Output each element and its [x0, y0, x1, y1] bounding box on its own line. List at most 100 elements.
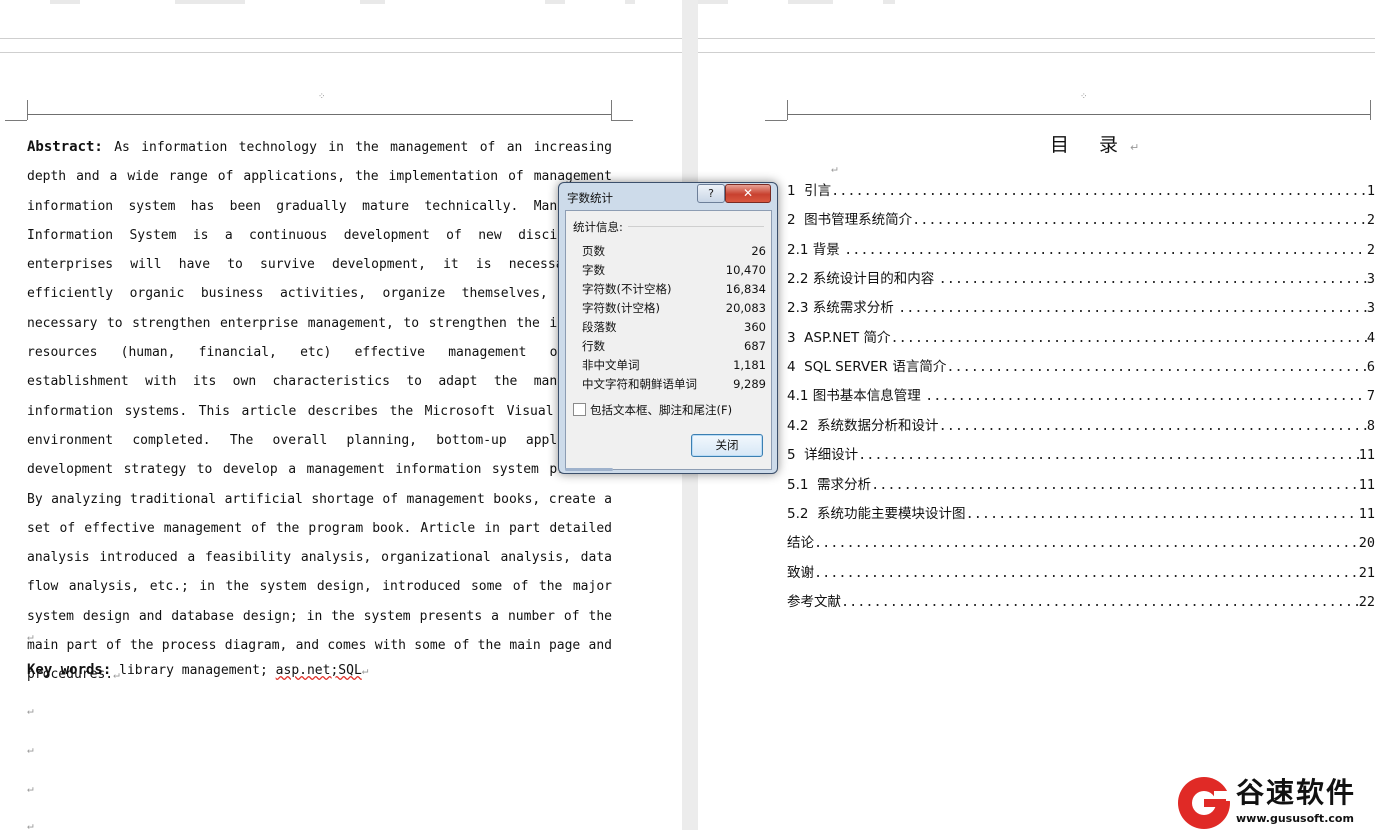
toc-entry-title: 5.1 需求分析 [787, 476, 872, 493]
toc-entry-page: 1 [1366, 183, 1375, 199]
toc-entry[interactable]: 致谢 21 [787, 563, 1375, 583]
toc-entry-title: 4.1 图书基本信息管理 [787, 388, 926, 405]
toc-entry[interactable]: 5 详细设计 11 [787, 445, 1375, 465]
toc-entry[interactable]: 4 SQL SERVER 语言简介 6 [787, 357, 1375, 377]
toc-entry[interactable]: 1 引言 1 [787, 181, 1375, 201]
toc-entry-page: 11 [1358, 505, 1375, 522]
dialog-resize-grip [565, 468, 613, 471]
keywords-paragraph[interactable]: Key words: library management; asp.net;S… [27, 656, 368, 685]
toc-entry[interactable]: 结论 20 [787, 533, 1375, 553]
toc-entry-title: 结论 [787, 535, 814, 552]
paragraph-mark: ↵ [1130, 141, 1140, 154]
statistic-value: 16,834 [725, 282, 766, 296]
crop-mark [27, 100, 28, 120]
header-rule [787, 114, 1370, 115]
previous-page-bottom [0, 0, 682, 39]
toc-entry[interactable]: 5.2 系统功能主要模块设计图 11 [787, 504, 1375, 524]
toc-leader-dots [925, 386, 1367, 406]
checkbox-label: 包括文本框、脚注和尾注(F) [590, 403, 733, 417]
paragraph-mark: ↵ [27, 743, 34, 756]
help-button[interactable]: ? [697, 184, 725, 203]
crop-mark [611, 120, 633, 121]
statistic-row: 段落数 360 [582, 318, 766, 337]
toc-entry-title: 3 ASP.NET 简介 [787, 329, 891, 346]
header-para-mark: ⁘ [1080, 92, 1088, 102]
toc-leader-dots [814, 533, 1359, 553]
toc-entry[interactable]: 3 ASP.NET 简介 4 [787, 328, 1375, 348]
toc-entry-page: 20 [1358, 535, 1375, 552]
abstract-text: As information technology in the managem… [27, 140, 612, 683]
page-top-edge [698, 52, 1375, 53]
statistic-value: 9,289 [733, 377, 766, 391]
statistic-value: 20,083 [725, 301, 766, 315]
toc-entry-page: 3 [1366, 300, 1375, 317]
toc-entry-title: 4 SQL SERVER 语言简介 [787, 359, 947, 376]
toc-entry[interactable]: 参考文献 22 [787, 592, 1375, 612]
statistic-label: 字符数(计空格) [582, 301, 660, 315]
abstract-paragraph[interactable]: Abstract: As information technology in t… [27, 133, 612, 690]
toc-leader-dots [939, 269, 1367, 289]
toc-entry[interactable]: 4.1 图书基本信息管理 7 [787, 386, 1375, 406]
keywords-label: Key words: [27, 662, 112, 678]
toc-entry-page: 7 [1366, 388, 1375, 405]
previous-page-bottom [698, 0, 1375, 39]
statistic-label: 字符数(不计空格) [582, 282, 672, 296]
crop-mark [765, 120, 787, 121]
statistic-label: 行数 [582, 339, 605, 353]
statistic-label: 非中文单词 [582, 358, 640, 372]
paragraph-mark: ↵ [27, 630, 34, 643]
toc-entry-page: 6 [1366, 359, 1375, 376]
close-button[interactable]: 关闭 [691, 434, 763, 457]
toc-entry-title: 2.3 系统需求分析 [787, 300, 899, 317]
dialog-body: 统计信息: 页数 26 字数 10,470 字符数(不计空格) 16,834 字符数(计空格… [565, 210, 772, 470]
statistics-group-label: 统计信息: [573, 220, 623, 234]
toc-entry-title: 2.1 背景 [787, 241, 845, 258]
toc-leader-dots [871, 475, 1359, 495]
toc-entry-title: 4.2 系统数据分析和设计 [787, 417, 939, 434]
statistic-row: 页数 26 [582, 242, 766, 261]
paragraph-mark: ↵ [831, 162, 838, 175]
statistic-label: 段落数 [582, 320, 617, 334]
statistic-row: 行数 687 [582, 337, 766, 356]
crop-mark [1370, 100, 1371, 120]
statistic-row: 中文字符和朝鲜语单词 9,289 [582, 375, 766, 394]
dialog-title: 字数统计 [567, 191, 613, 205]
toc-title[interactable]: 目 录↵ [1050, 130, 1139, 157]
word-count-dialog[interactable]: 字数统计 ? ✕ 统计信息: 页数 26 字数 10,470 字符数(不计空格) 16,8… [558, 182, 778, 474]
toc-entry[interactable]: 2.3 系统需求分析 3 [787, 298, 1375, 318]
checkbox-box[interactable] [573, 403, 586, 416]
page-top-edge [0, 52, 682, 53]
toc-entry-title: 2 图书管理系统简介 [787, 212, 913, 229]
toc-entry-title: 致谢 [787, 564, 814, 581]
statistic-label: 中文字符和朝鲜语单词 [582, 377, 697, 391]
paragraph-mark: ↵ [27, 819, 34, 832]
toc-entry[interactable]: 5.1 需求分析 11 [787, 475, 1375, 495]
statistic-value: 360 [744, 320, 766, 334]
toc-leader-dots [844, 240, 1367, 260]
statistic-value: 687 [744, 339, 766, 353]
abstract-label: Abstract: [27, 139, 103, 155]
include-textboxes-checkbox[interactable]: 包括文本框、脚注和尾注(F) [573, 402, 732, 418]
toc-leader-dots [946, 357, 1367, 377]
close-icon[interactable]: ✕ [725, 184, 771, 203]
toc-leader-dots [814, 563, 1359, 583]
toc-entry[interactable]: 2.1 背景 2 [787, 240, 1375, 260]
statistic-row: 字符数(不计空格) 16,834 [582, 280, 766, 299]
toc-entry[interactable]: 2 图书管理系统简介 2 [787, 210, 1375, 230]
toc-entry[interactable]: 4.2 系统数据分析和设计 8 [787, 416, 1375, 436]
toc-entry-page: 11 [1358, 476, 1375, 493]
paragraph-mark: ↵ [361, 664, 369, 677]
toc-entry-page: 2 [1366, 241, 1375, 258]
toc-entry[interactable]: 2.2 系统设计目的和内容 3 [787, 269, 1375, 289]
toc-entry-title: 参考文献 [787, 593, 841, 610]
toc-entry-page: 3 [1366, 271, 1375, 288]
watermark-logo: 谷速软件 www.gususoft.com [1176, 775, 1375, 830]
misspelled-keywords[interactable]: asp.net;SQL [276, 663, 362, 678]
toc-leader-dots [841, 592, 1359, 612]
statistic-value: 10,470 [725, 263, 766, 277]
toc-entry-title: 2.2 系统设计目的和内容 [787, 271, 939, 288]
toc-entry-title: 1 引言 [787, 183, 832, 199]
toc-leader-dots [831, 181, 1367, 201]
toc-leader-dots [890, 328, 1366, 348]
toc-leader-dots [912, 210, 1367, 230]
